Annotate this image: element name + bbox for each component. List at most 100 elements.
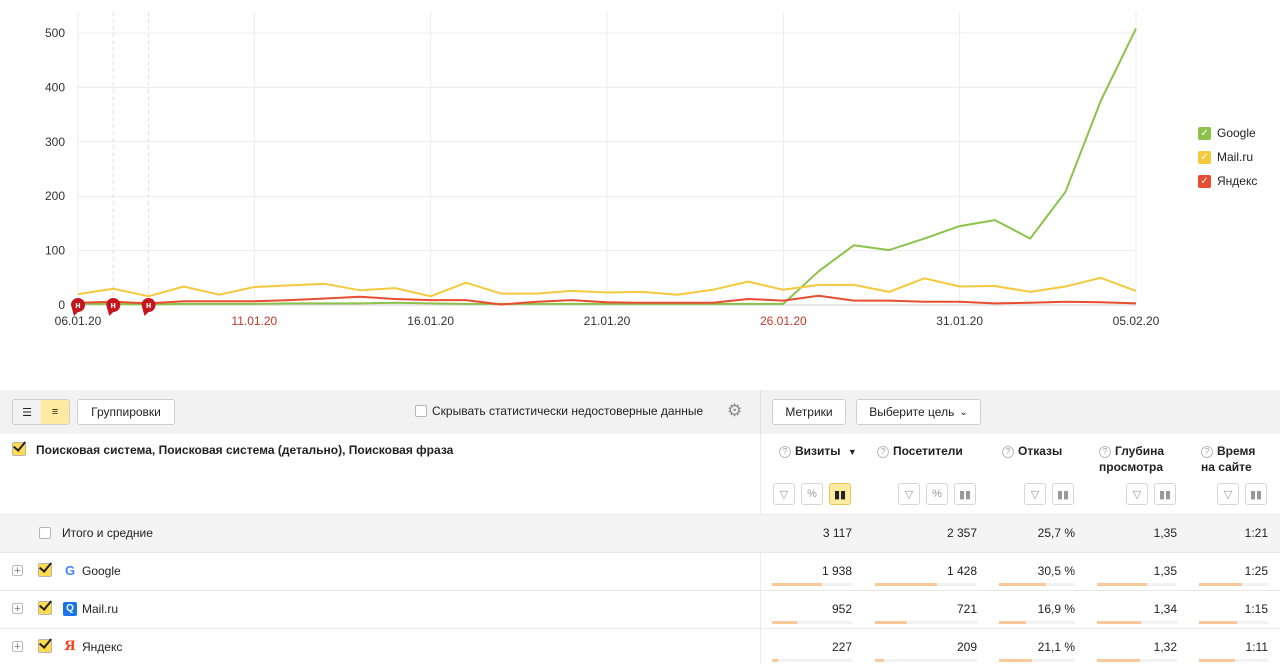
- filter-icon[interactable]: ▽: [1024, 483, 1046, 505]
- cell-bounces: 21,1 %: [1037, 640, 1075, 654]
- list-view-icon[interactable]: ☰: [13, 400, 41, 424]
- event-marker: н: [106, 298, 121, 316]
- table-row[interactable]: + Q Mail.ru 952 721 16,9 % 1,34 1:15: [0, 590, 1280, 628]
- bar-chart-icon[interactable]: ▮▮: [1245, 483, 1267, 505]
- bar-chart-icon[interactable]: ▮▮: [954, 483, 976, 505]
- expand-icon[interactable]: +: [12, 641, 23, 653]
- yandex-icon: Я: [64, 639, 76, 654]
- gear-icon[interactable]: ⚙: [727, 401, 742, 421]
- table-row[interactable]: + Я Яндекс 227 209 21,1 % 1,32 1:11: [0, 628, 1280, 666]
- help-icon[interactable]: ?: [1201, 446, 1213, 458]
- mailru-icon: Q: [63, 602, 77, 616]
- expand-icon[interactable]: +: [12, 565, 23, 577]
- y-axis-ticks: 0 100 200 300 400 500: [45, 26, 65, 312]
- column-header-depth[interactable]: ? Глубина просмотра: [1099, 443, 1179, 475]
- groupings-label: Группировки: [91, 405, 161, 419]
- percent-icon[interactable]: %: [926, 483, 948, 505]
- hide-unreliable-checkbox[interactable]: [415, 405, 427, 417]
- row-label: Яндекс: [82, 640, 123, 654]
- bar-fill: [875, 621, 907, 624]
- bar-fill: [772, 583, 822, 586]
- column-header-visits[interactable]: ? Визиты ▼: [779, 443, 857, 460]
- bar-fill: [875, 659, 885, 662]
- row-label: Mail.ru: [82, 602, 119, 616]
- percent-icon[interactable]: %: [801, 483, 823, 505]
- cell-visitors: 209: [956, 640, 977, 654]
- column-header-visitors[interactable]: ? Посетители: [877, 443, 963, 459]
- event-marker-label: н: [146, 300, 151, 310]
- bar-chart-icon[interactable]: ▮▮: [829, 483, 851, 505]
- x-tick-label: 21.01.20: [584, 314, 631, 328]
- bar-fill: [1199, 659, 1235, 662]
- cell-time: 1:11: [1245, 640, 1268, 654]
- goal-select[interactable]: Выберите цель ⌄: [856, 399, 981, 425]
- bar-chart-icon[interactable]: ▮▮: [1052, 483, 1074, 505]
- bar-track: [1097, 659, 1177, 662]
- cell-visitors: 1 428: [946, 564, 977, 578]
- tree-view-icon[interactable]: ≡: [41, 400, 69, 424]
- cell-visitors: 2 357: [946, 526, 977, 540]
- bar-fill: [1097, 659, 1141, 662]
- legend-item-yandex[interactable]: ✓ Яндекс: [1198, 169, 1257, 193]
- cell-time: 1:21: [1244, 526, 1268, 540]
- bar-fill: [1199, 583, 1242, 586]
- sort-desc-icon: ▼: [847, 447, 857, 457]
- x-tick-label: 05.02.20: [1113, 314, 1160, 328]
- filter-icon[interactable]: ▽: [1126, 483, 1148, 505]
- row-checkbox[interactable]: [39, 527, 51, 539]
- dimension-title: Поисковая система, Поисковая система (де…: [36, 443, 454, 457]
- row-checkbox[interactable]: [38, 563, 52, 577]
- help-icon[interactable]: ?: [1099, 446, 1111, 458]
- divider: [760, 390, 761, 434]
- bar-fill: [1199, 621, 1237, 624]
- bar-track: [1097, 583, 1177, 586]
- cell-depth: 1,34: [1153, 602, 1177, 616]
- hide-unreliable-toggle[interactable]: Скрывать статистически недостоверные дан…: [415, 404, 703, 418]
- bar-fill: [772, 621, 797, 624]
- cell-depth: 1,35: [1153, 526, 1177, 540]
- goal-select-label: Выберите цель: [869, 405, 955, 419]
- filter-icon[interactable]: ▽: [1217, 483, 1239, 505]
- cell-visits: 952: [831, 602, 852, 616]
- bar-track: [999, 583, 1075, 586]
- chart-legend: ✓ Google ✓ Mail.ru ✓ Яндекс: [1198, 121, 1257, 193]
- bar-chart-icon[interactable]: ▮▮: [1154, 483, 1176, 505]
- bar-track: [875, 659, 977, 662]
- metrics-label: Метрики: [785, 405, 833, 419]
- cell-depth: 1,32: [1153, 640, 1177, 654]
- filter-icon[interactable]: ▽: [773, 483, 795, 505]
- cell-visits: 3 117: [822, 526, 852, 540]
- dimension-checkbox[interactable]: [12, 442, 26, 456]
- chart-grid: [77, 12, 1137, 306]
- event-marker: н: [141, 298, 156, 316]
- metrics-button[interactable]: Метрики: [772, 399, 846, 425]
- bar-track: [999, 621, 1075, 624]
- cell-bounces: 16,9 %: [1037, 602, 1075, 616]
- bar-fill: [999, 621, 1026, 624]
- column-header-bounces[interactable]: ? Отказы: [1002, 443, 1062, 459]
- table-row[interactable]: + G Google 1 938 1 428 30,5 % 1,35 1:25: [0, 552, 1280, 590]
- view-toggle: ☰ ≡: [12, 399, 70, 425]
- bar-track: [875, 621, 977, 624]
- google-icon: G: [64, 563, 76, 578]
- event-marker-label: н: [75, 300, 80, 310]
- cell-time: 1:25: [1244, 564, 1268, 578]
- filter-icon[interactable]: ▽: [898, 483, 920, 505]
- legend-label: Яндекс: [1217, 174, 1258, 188]
- bar-track: [999, 659, 1075, 662]
- legend-label: Mail.ru: [1217, 150, 1254, 164]
- help-icon[interactable]: ?: [779, 446, 791, 458]
- legend-item-google[interactable]: ✓ Google: [1198, 121, 1257, 145]
- expand-icon[interactable]: +: [12, 603, 23, 615]
- row-checkbox[interactable]: [38, 601, 52, 615]
- help-icon[interactable]: ?: [877, 446, 889, 458]
- legend-item-mailru[interactable]: ✓ Mail.ru: [1198, 145, 1257, 169]
- help-icon[interactable]: ?: [1002, 446, 1014, 458]
- y-tick-label: 200: [45, 189, 65, 203]
- column-header-time[interactable]: ? Время на сайте: [1201, 443, 1263, 475]
- event-marker-label: н: [111, 300, 116, 310]
- row-checkbox[interactable]: [38, 639, 52, 653]
- bar-track: [772, 583, 852, 586]
- bar-fill: [1097, 621, 1141, 624]
- groupings-button[interactable]: Группировки: [77, 399, 175, 425]
